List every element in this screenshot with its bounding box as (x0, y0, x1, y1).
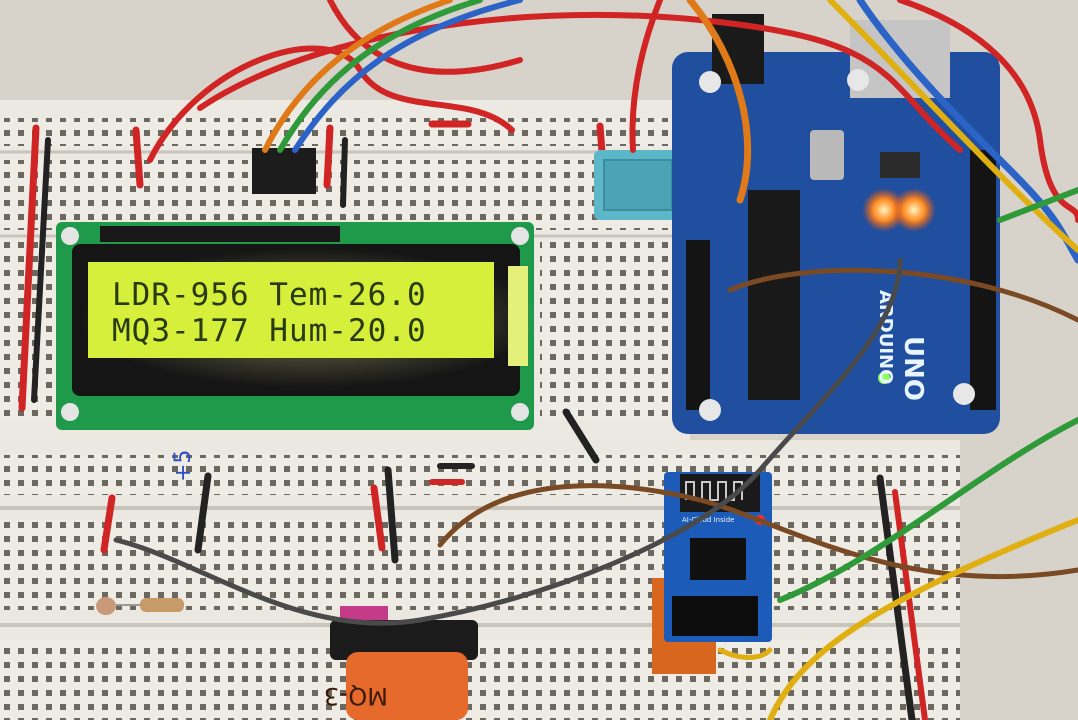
lcd-line-2: MQ3-177 Hum-20.0 (112, 313, 427, 349)
handwritten-mark: +5 (171, 450, 196, 482)
lcd-module: LDR-956 Tem-26.0 MQ3-177 Hum-20.0 (56, 222, 540, 430)
photo-scene: +5 ARDUINO UNO LDR-956 Tem-26.0 MQ3-177 … (0, 0, 1078, 720)
lcd-line-1: LDR-956 Tem-26.0 (112, 277, 427, 313)
breadboard-lower (0, 440, 960, 720)
header-block (252, 148, 316, 194)
mq3-label: MQ-3 (324, 682, 388, 710)
arduino-model: UNO (898, 336, 928, 401)
arduino-board: ARDUINO UNO (672, 14, 1000, 434)
